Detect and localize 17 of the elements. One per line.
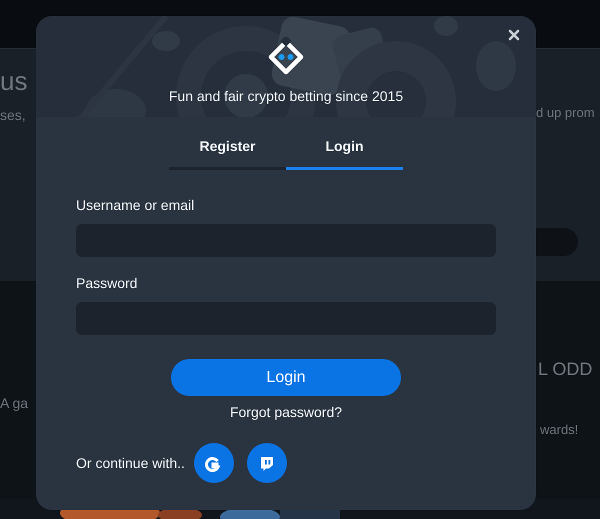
body-text: d up prom [536,105,595,120]
google-button[interactable] [194,443,234,483]
body-text: wards! [540,422,578,437]
body-text: ses, [0,107,26,123]
close-icon[interactable] [508,29,520,41]
login-button[interactable]: Login [171,359,401,396]
body-text: A ga [0,395,28,411]
tagline: Fun and fair crypto betting since 2015 [168,88,404,104]
section-heading: us [0,66,28,97]
field-label: Password [76,275,138,291]
field-label: Username or email [76,197,196,213]
tab[interactable]: Login [286,133,403,170]
tab[interactable]: Register [169,133,286,170]
social-label: Or continue with.. [76,455,185,471]
twitch-button[interactable] [246,443,287,483]
section-heading: L ODD [538,359,592,380]
forgot-password-link[interactable]: Forgot password? [230,404,342,420]
